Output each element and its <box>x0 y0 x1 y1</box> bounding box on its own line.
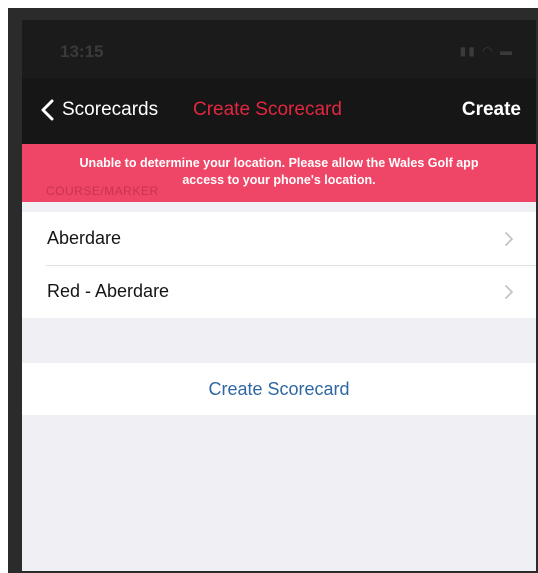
status-bar: 13:15 ▮▮ ◠ ▬ <box>22 20 536 78</box>
page-title: Create Scorecard <box>193 99 342 120</box>
course-label: Aberdare <box>47 228 122 248</box>
chevron-right-icon <box>505 285 513 299</box>
back-label: Scorecards <box>62 99 159 120</box>
device-frame: 13:15 ▮▮ ◠ ▬ Scorecards Create Scorecard… <box>8 8 538 573</box>
signal-icon: ▮▮ <box>459 44 477 58</box>
create-scorecard-label: Create Scorecard <box>208 378 350 399</box>
wifi-icon: ◠ <box>482 44 495 58</box>
back-button[interactable]: Scorecards <box>38 98 158 122</box>
banner-message-line1: Unable to determine your location. Pleas… <box>79 156 479 170</box>
create-scorecard-button[interactable]: Create Scorecard <box>22 363 536 415</box>
battery-icon: ▬ <box>500 44 514 58</box>
course-list: Aberdare Red - Aberdare <box>22 212 536 318</box>
chevron-left-icon <box>41 99 54 121</box>
status-icons: ▮▮ ◠ ▬ <box>460 44 514 58</box>
list-item-course[interactable]: Aberdare <box>22 212 536 265</box>
marker-label: Red - Aberdare <box>47 281 170 301</box>
banner-message: Unable to determine your location. Pleas… <box>22 155 536 189</box>
app-screen: 13:15 ▮▮ ◠ ▬ Scorecards Create Scorecard… <box>22 20 536 571</box>
list-item-marker[interactable]: Red - Aberdare <box>22 265 536 318</box>
status-time: 13:15 <box>60 42 104 61</box>
create-button[interactable]: Create <box>462 99 521 121</box>
location-error-banner: COURSE/MARKER Unable to determine your l… <box>22 144 536 202</box>
chevron-right-icon <box>505 232 513 246</box>
banner-message-line2: access to your phone's location. <box>182 173 376 187</box>
navigation-bar: Scorecards Create Scorecard Create <box>22 78 536 144</box>
